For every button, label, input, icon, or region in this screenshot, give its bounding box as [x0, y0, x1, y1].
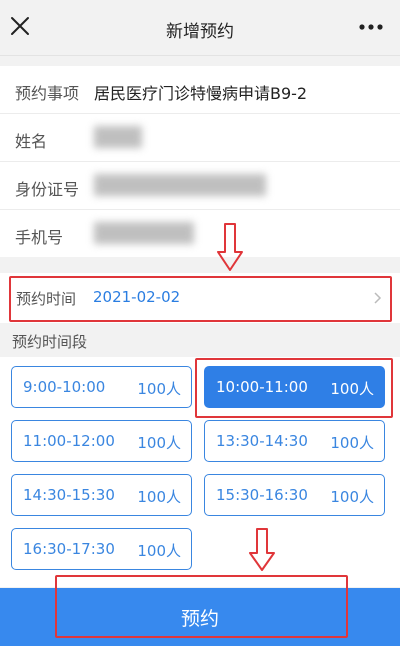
highlight-box-date — [9, 276, 392, 322]
navigation-bar: 新增预约 — [0, 0, 400, 56]
highlight-box-slot — [195, 358, 393, 418]
time-slot-button[interactable]: 15:30-16:30 100人 — [204, 474, 385, 516]
annotation-arrow-down-icon — [249, 528, 275, 571]
appointment-form: 预约事项 居民医疗门诊特慢病申请B9-2 姓名 身份证号 手机号 — [0, 66, 400, 257]
slot-time: 9:00-10:00 — [23, 378, 106, 396]
form-row-item: 预约事项 居民医疗门诊特慢病申请B9-2 — [0, 66, 400, 114]
time-slot-button[interactable]: 9:00-10:00 100人 — [11, 366, 192, 408]
phone-redacted — [94, 222, 194, 244]
item-label: 预约事项 — [15, 84, 80, 103]
id-redacted — [94, 174, 266, 196]
id-label: 身份证号 — [15, 180, 80, 199]
item-value: 居民医疗门诊特慢病申请B9-2 — [94, 84, 308, 103]
phone-label: 手机号 — [15, 228, 64, 247]
page-title: 新增预约 — [166, 22, 234, 42]
time-slot-button[interactable]: 14:30-15:30 100人 — [11, 474, 192, 516]
slot-time: 11:00-12:00 — [23, 432, 115, 450]
time-slot-button[interactable]: 11:00-12:00 100人 — [11, 420, 192, 462]
slot-time: 14:30-15:30 — [23, 486, 115, 504]
slot-time: 15:30-16:30 — [216, 486, 308, 504]
form-row-id: 身份证号 — [0, 162, 400, 210]
slot-capacity: 100人 — [330, 434, 374, 452]
form-row-phone: 手机号 — [0, 210, 400, 257]
time-slot-button[interactable]: 13:30-14:30 100人 — [204, 420, 385, 462]
slot-capacity: 100人 — [137, 488, 181, 506]
slot-capacity: 100人 — [330, 488, 374, 506]
name-label: 姓名 — [15, 132, 48, 151]
more-dots-icon[interactable] — [358, 20, 384, 34]
annotation-arrow-down-icon — [217, 223, 243, 271]
time-slot-button[interactable]: 16:30-17:30 100人 — [11, 528, 192, 570]
slot-capacity: 100人 — [137, 380, 181, 398]
name-redacted — [94, 126, 142, 148]
slot-time: 16:30-17:30 — [23, 540, 115, 558]
highlight-box-submit — [55, 575, 348, 638]
slot-time: 13:30-14:30 — [216, 432, 308, 450]
slot-capacity: 100人 — [137, 434, 181, 452]
slot-capacity: 100人 — [137, 542, 181, 560]
time-slot-title: 预约时间段 — [12, 333, 88, 351]
form-row-name: 姓名 — [0, 114, 400, 162]
